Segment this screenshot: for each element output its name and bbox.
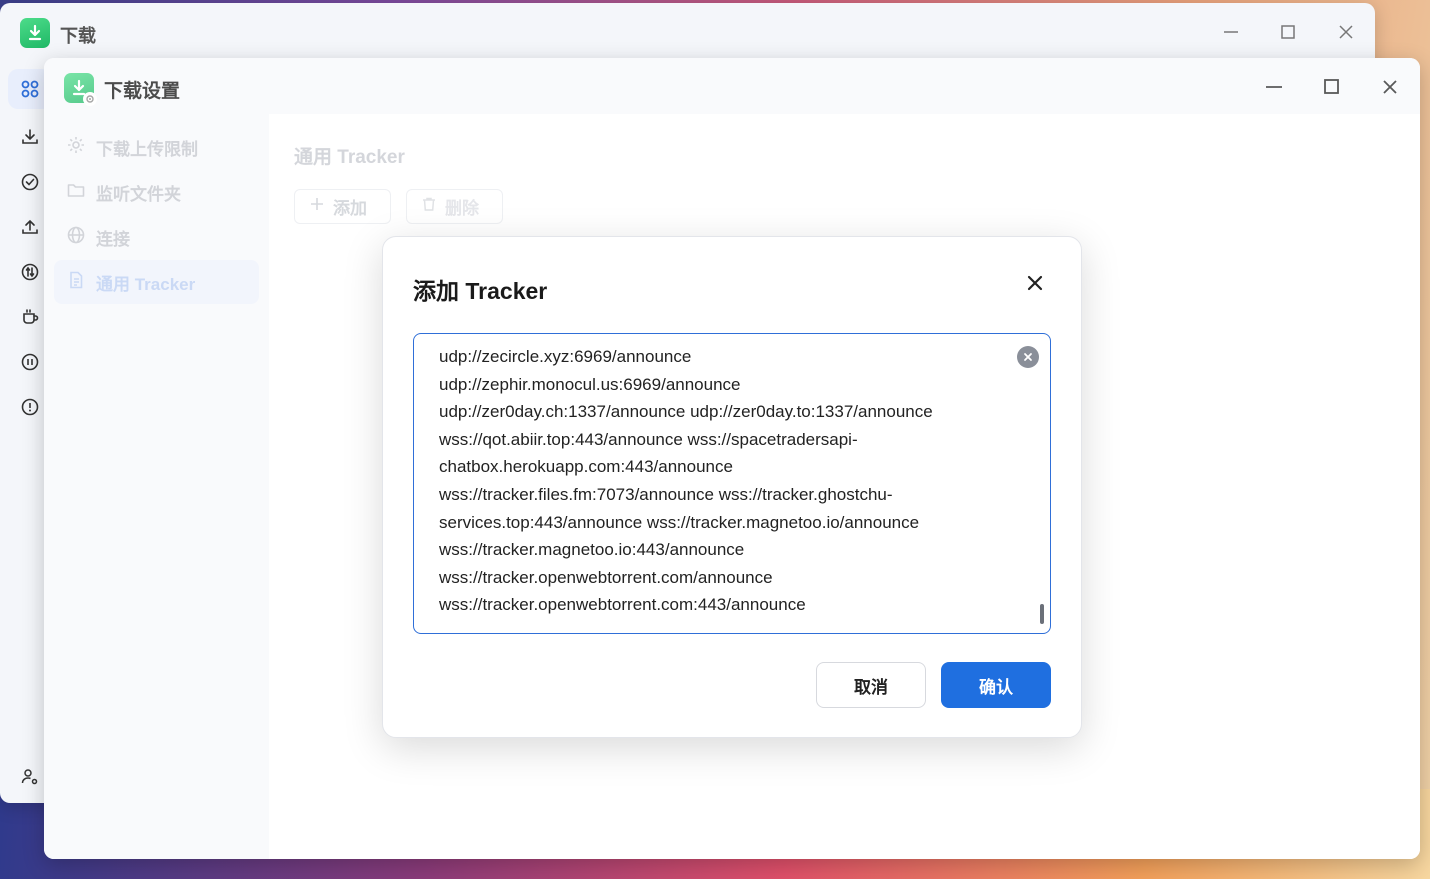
dialog-close-button[interactable] xyxy=(1023,273,1047,297)
add-tracker-dialog: 添加 Tracker udp://zecircle.xyz:6969/annou… xyxy=(382,236,1082,738)
app-logo-icon xyxy=(20,18,50,48)
dialog-title: 添加 Tracker xyxy=(413,278,548,304)
titlebar: 下载 xyxy=(0,3,1375,59)
close-button[interactable] xyxy=(1335,21,1357,43)
confirm-button[interactable]: 确认 xyxy=(941,662,1051,708)
minimize-button[interactable] xyxy=(1220,21,1242,43)
close-icon xyxy=(1026,274,1044,297)
scrollbar-thumb[interactable] xyxy=(1040,604,1044,624)
cancel-button[interactable]: 取消 xyxy=(816,662,926,708)
tracker-textarea[interactable]: udp://zecircle.xyz:6969/announce udp://z… xyxy=(413,333,1051,634)
tracker-textarea-value[interactable]: udp://zecircle.xyz:6969/announce udp://z… xyxy=(439,343,999,619)
clear-input-button[interactable] xyxy=(1017,346,1039,368)
maximize-button[interactable] xyxy=(1277,21,1299,43)
window-title: 下载 xyxy=(60,26,96,46)
